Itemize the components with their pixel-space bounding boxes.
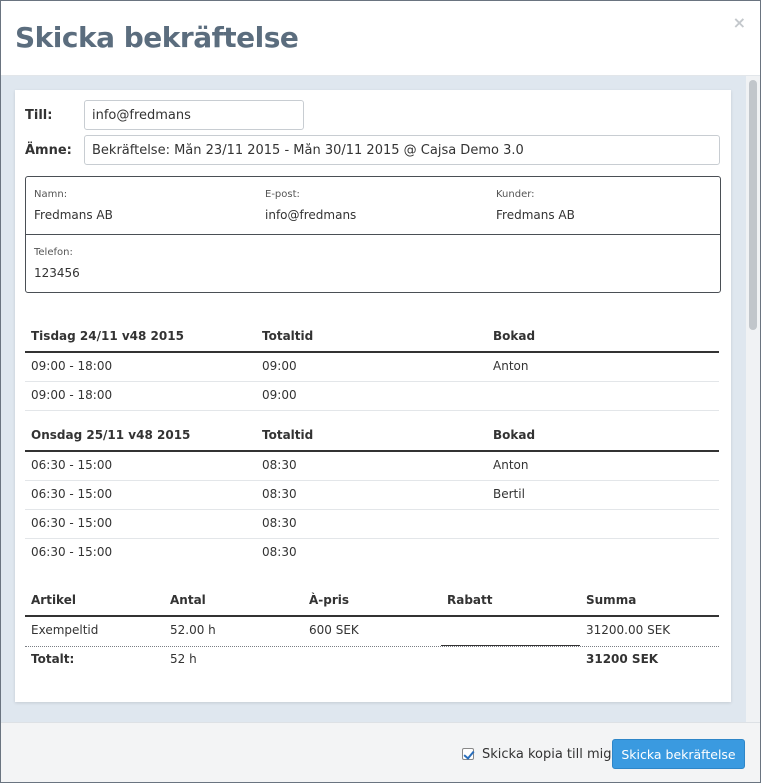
- total-sum: 31200 SEK: [586, 652, 659, 666]
- header-rule: [25, 450, 719, 452]
- to-input[interactable]: [84, 100, 304, 130]
- info-divider: [26, 234, 720, 235]
- scrollbar[interactable]: [746, 76, 760, 722]
- article-sum: 31200.00 SEK: [586, 623, 671, 637]
- subject-input[interactable]: [84, 135, 720, 165]
- day-table-tuesday: Tisdag 24/11 v48 2015 Totaltid Bokad 09:…: [25, 326, 719, 412]
- row-total: 08:30: [262, 545, 297, 559]
- sum-header: Summa: [586, 593, 637, 607]
- close-icon[interactable]: ×: [733, 13, 746, 32]
- total-label: Totalt:: [31, 652, 75, 666]
- total-rule: [25, 646, 719, 647]
- row-time: 09:00 - 18:00: [31, 359, 113, 373]
- row-total: 08:30: [262, 516, 297, 530]
- total-quantity: 52 h: [170, 652, 197, 666]
- discount-header: Rabatt: [447, 593, 493, 607]
- name-value: Fredmans AB: [34, 208, 113, 222]
- row-rule: [25, 538, 719, 539]
- phone-key: Telefon:: [34, 247, 73, 258]
- article-header: Artikel: [31, 593, 76, 607]
- row-booked: Anton: [493, 359, 529, 373]
- confirmation-card: Till: Ämne: Namn: Fredmans AB E-post: in…: [15, 90, 731, 702]
- customer-value: Fredmans AB: [496, 208, 575, 222]
- row-time: 06:30 - 15:00: [31, 458, 113, 472]
- article-table: Artikel Antal À-pris Rabatt Summa Exempe…: [25, 590, 719, 675]
- day-header: Tisdag 24/11 v48 2015: [31, 329, 184, 343]
- modal-title: Skicka bekräftelse: [15, 21, 299, 54]
- copy-label[interactable]: Skicka kopia till mig: [482, 747, 612, 762]
- article-quantity: 52.00 h: [170, 623, 216, 637]
- row-time: 06:30 - 15:00: [31, 545, 113, 559]
- name-key: Namn:: [34, 189, 68, 200]
- header-rule: [25, 351, 719, 353]
- customer-info-box: Namn: Fredmans AB E-post: info@fredmans …: [25, 176, 721, 293]
- phone-value: 123456: [34, 266, 80, 280]
- header-rule: [25, 615, 719, 617]
- quantity-header: Antal: [170, 593, 206, 607]
- confirmation-modal: Skicka bekräftelse × Till: Ämne: Namn: F…: [0, 0, 761, 783]
- article-unit-price: 600 SEK: [309, 623, 359, 637]
- copy-checkbox[interactable]: [462, 748, 474, 760]
- unit-price-header: À-pris: [309, 593, 350, 607]
- row-rule: [25, 480, 719, 481]
- row-time: 09:00 - 18:00: [31, 388, 113, 402]
- day-table-wednesday: Onsdag 25/11 v48 2015 Totaltid Bokad 06:…: [25, 425, 719, 575]
- bokad-header: Bokad: [493, 329, 536, 343]
- modal-body: Till: Ämne: Namn: Fredmans AB E-post: in…: [1, 76, 760, 722]
- article-name: Exempeltid: [31, 623, 99, 637]
- scrollbar-thumb[interactable]: [749, 80, 757, 330]
- email-value: info@fredmans: [265, 208, 357, 222]
- row-rule: [25, 410, 719, 411]
- row-time: 06:30 - 15:00: [31, 487, 113, 501]
- totaltid-header: Totaltid: [262, 329, 314, 343]
- row-total: 09:00: [262, 359, 297, 373]
- email-key: E-post:: [265, 189, 300, 200]
- row-total: 08:30: [262, 487, 297, 501]
- row-time: 06:30 - 15:00: [31, 516, 113, 530]
- modal-footer: Skicka kopia till mig Skicka bekräftelse: [1, 722, 760, 782]
- row-rule: [25, 381, 719, 382]
- row-booked: Bertil: [493, 487, 525, 501]
- subject-label: Ämne:: [25, 143, 72, 158]
- customer-key: Kunder:: [496, 189, 535, 200]
- totaltid-header: Totaltid: [262, 428, 314, 442]
- row-total: 08:30: [262, 458, 297, 472]
- day-header: Onsdag 25/11 v48 2015: [31, 428, 191, 442]
- bokad-header: Bokad: [493, 428, 536, 442]
- row-rule: [25, 509, 719, 510]
- send-confirmation-button[interactable]: Skicka bekräftelse: [612, 739, 745, 769]
- row-total: 09:00: [262, 388, 297, 402]
- to-label: Till:: [25, 108, 53, 123]
- modal-header: Skicka bekräftelse ×: [1, 1, 760, 76]
- row-booked: Anton: [493, 458, 529, 472]
